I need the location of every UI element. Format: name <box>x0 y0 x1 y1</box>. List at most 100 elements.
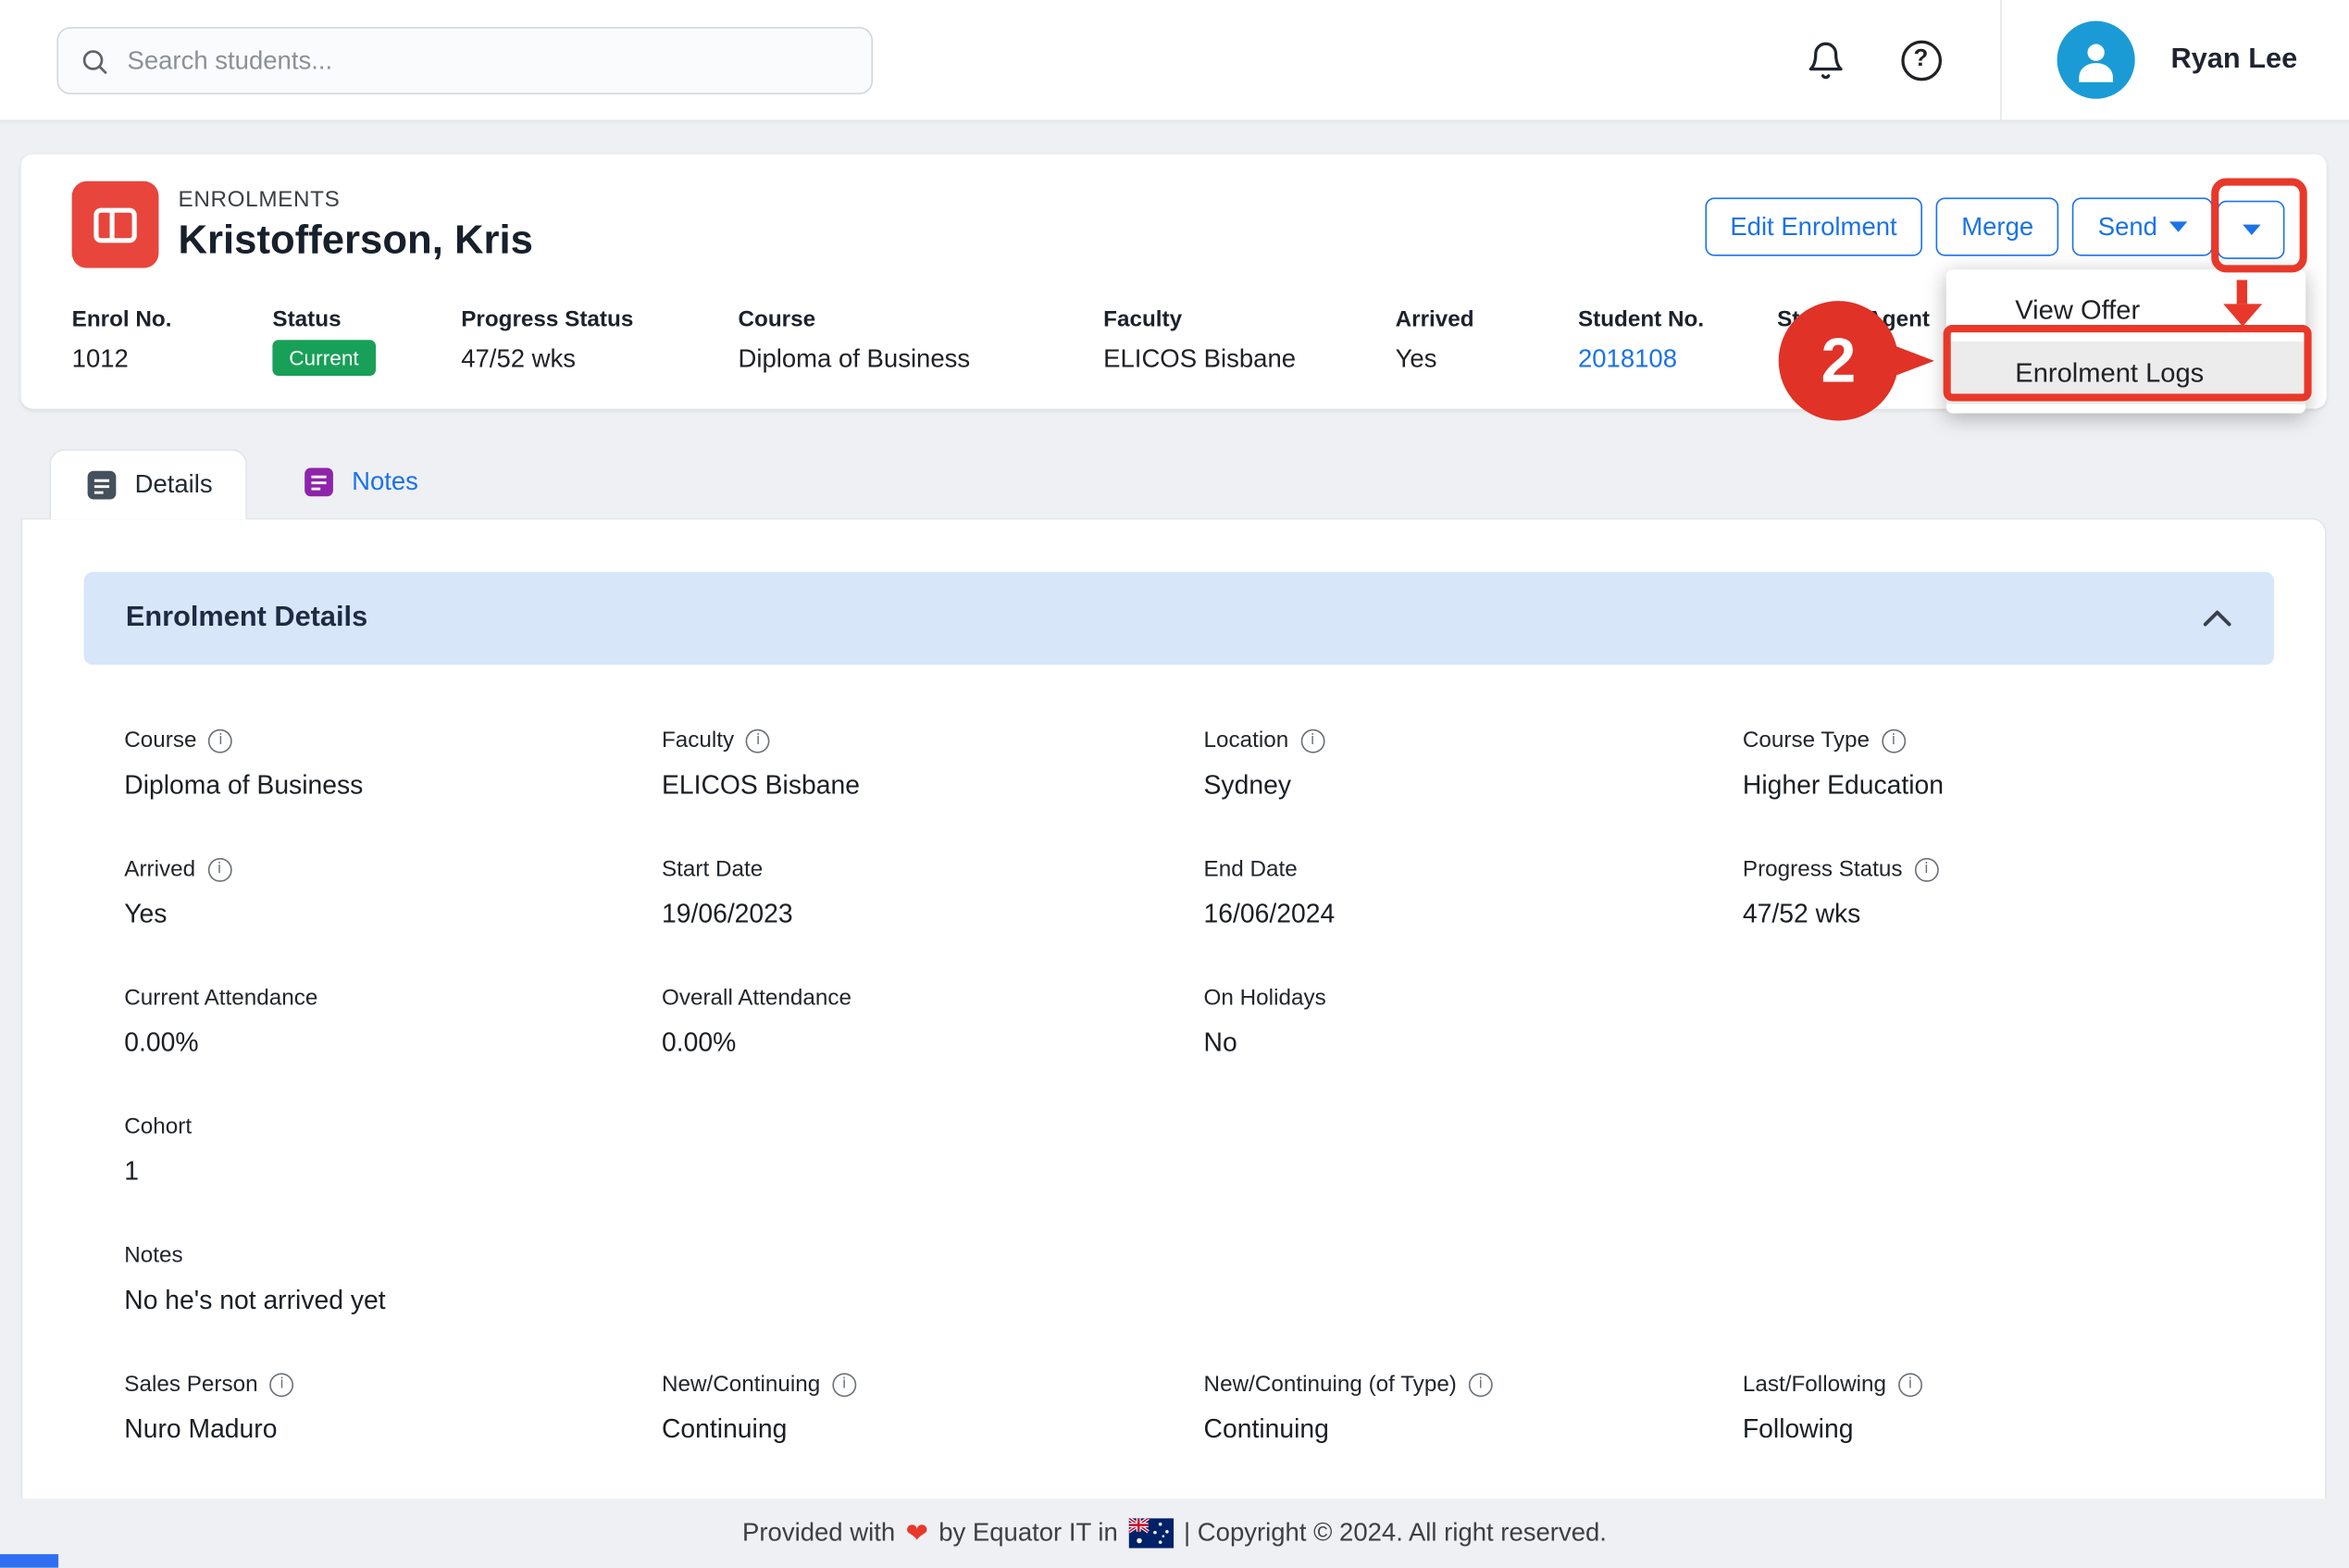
field-value: Continuing <box>662 1413 1204 1445</box>
field-new-continuing: New/Continuing Continuing <box>662 1372 1204 1445</box>
stat-label: Status <box>272 307 461 332</box>
field-value: 19/06/2023 <box>662 899 1204 930</box>
footer-text-2: by Equator IT in <box>938 1518 1118 1548</box>
search-box[interactable] <box>56 27 873 94</box>
field-value: ELICOS Bisbane <box>662 769 1204 801</box>
student-number-link[interactable]: 2018108 <box>1578 344 1777 374</box>
field-last-following: Last/Following Following <box>1743 1372 2274 1445</box>
info-icon[interactable] <box>1469 1373 1493 1397</box>
tab-details[interactable]: Details <box>49 449 246 519</box>
field-sales-person: Sales Person Nuro Maduro <box>124 1372 662 1445</box>
help-button[interactable] <box>1896 36 1945 84</box>
stat-value: 47/52 wks <box>461 344 738 374</box>
info-icon[interactable] <box>832 1373 856 1397</box>
tabs-bar: Details Notes <box>49 448 2349 518</box>
stat-label: Enrol No. <box>72 307 273 332</box>
search-icon <box>80 45 109 75</box>
enrolments-app-icon <box>72 181 159 268</box>
field-course: Course Diploma of Business <box>124 728 662 801</box>
info-icon[interactable] <box>1300 728 1324 753</box>
info-icon[interactable] <box>208 728 232 753</box>
field-value: Yes <box>124 899 662 930</box>
field-value: 16/06/2024 <box>1204 899 1743 930</box>
info-icon[interactable] <box>207 857 231 881</box>
field-notes: Notes No he's not arrived yet <box>124 1243 662 1316</box>
field-value: Continuing <box>1204 1413 1743 1445</box>
stat-value: Yes <box>1396 344 1578 374</box>
module-eyebrow: ENROLMENTS <box>178 186 532 211</box>
page: Ryan Lee ENROLMENTS Kristofferson, Kris … <box>0 0 2349 1568</box>
edit-enrolment-button[interactable]: Edit Enrolment <box>1705 198 1922 256</box>
stat-value: ELICOS Bisbane <box>1103 344 1395 374</box>
search-input[interactable] <box>124 44 851 78</box>
stat-label: Course <box>738 307 1103 332</box>
footer-text-3: | Copyright © 2024. All right reserved. <box>1184 1518 1607 1548</box>
stat-label: Arrived <box>1396 307 1578 332</box>
bottom-left-blue-strip <box>0 1554 58 1568</box>
footer-text-1: Provided with <box>742 1518 895 1548</box>
page-title: Kristofferson, Kris <box>178 217 532 263</box>
user-name[interactable]: Ryan Lee <box>2171 44 2298 77</box>
footer: Provided with ❤ by Equator IT in | <box>0 1499 2349 1567</box>
notes-tab-icon <box>301 464 337 500</box>
header-actions: Edit Enrolment Merge Send <box>1705 198 2213 256</box>
field-value: 1 <box>124 1156 662 1188</box>
topbar-divider <box>2000 0 2002 121</box>
field-overall-attendance: Overall Attendance 0.00% <box>662 985 1204 1058</box>
field-new-continuing-of-type: New/Continuing (of Type) Continuing <box>1204 1372 1743 1445</box>
stat-value: 1012 <box>72 344 273 374</box>
field-value: Sydney <box>1204 769 1743 801</box>
tab-details-label: Details <box>135 470 213 500</box>
info-icon[interactable] <box>1914 857 1938 881</box>
stat-label: Faculty <box>1103 307 1395 332</box>
annotation-arrow-stem <box>2237 280 2247 304</box>
info-icon[interactable] <box>1898 1373 1922 1397</box>
stat-value: Diploma of Business <box>738 344 1103 374</box>
field-value: No he's not arrived yet <box>124 1285 662 1316</box>
chevron-down-icon <box>2169 221 2187 231</box>
enrolment-header-card: ENROLMENTS Kristofferson, Kris Edit Enro… <box>21 155 2327 409</box>
field-value: 0.00% <box>662 1027 1204 1059</box>
collapse-button[interactable] <box>2202 609 2231 627</box>
field-value: Higher Education <box>1743 769 2274 801</box>
topbar: Ryan Lee <box>0 0 2349 121</box>
tab-notes-label: Notes <box>352 467 418 497</box>
notifications-button[interactable] <box>1801 36 1849 84</box>
merge-button[interactable]: Merge <box>1936 198 2059 256</box>
field-end-date: End Date 16/06/2024 <box>1204 856 1743 929</box>
field-current-attendance: Current Attendance 0.00% <box>124 985 662 1058</box>
enrolment-details-title: Enrolment Details <box>126 602 367 635</box>
field-start-date: Start Date 19/06/2023 <box>662 856 1204 929</box>
info-icon[interactable] <box>270 1373 294 1397</box>
user-avatar[interactable] <box>2057 21 2135 99</box>
info-icon[interactable] <box>1882 728 1906 753</box>
bell-icon <box>1805 40 1846 81</box>
info-icon[interactable] <box>746 728 770 753</box>
person-icon <box>2070 34 2121 85</box>
annotation-step-number: 2 <box>1821 325 1857 397</box>
field-value: 47/52 wks <box>1743 899 2274 930</box>
field-cohort: Cohort 1 <box>124 1114 662 1187</box>
australia-flag-icon <box>1128 1518 1174 1548</box>
field-location: Location Sydney <box>1204 728 1743 801</box>
field-arrived: Arrived Yes <box>124 856 662 929</box>
field-value: Diploma of Business <box>124 769 662 801</box>
annotation-arrow-head <box>2223 304 2262 326</box>
heart-icon: ❤ <box>905 1517 927 1549</box>
details-panel: Enrolment Details Course Diploma of Busi… <box>21 518 2327 1558</box>
field-value: 0.00% <box>124 1027 662 1059</box>
annotation-ring-dropdown-button <box>2211 178 2307 272</box>
stat-label: Progress Status <box>461 307 738 332</box>
annotation-marker-pointer <box>1871 337 1934 385</box>
enrolment-details-header[interactable]: Enrolment Details <box>84 572 2275 665</box>
enrolment-fields: Course Diploma of Business Faculty ELICO… <box>124 728 2274 1445</box>
send-button[interactable]: Send <box>2072 198 2213 256</box>
tab-notes[interactable]: Notes <box>277 448 442 518</box>
field-course-type: Course Type Higher Education <box>1743 728 2274 801</box>
help-icon <box>1901 40 1942 81</box>
field-value: No <box>1204 1027 1743 1059</box>
field-faculty: Faculty ELICOS Bisbane <box>662 728 1204 801</box>
annotation-box-enrolment-logs <box>1944 325 2312 401</box>
status-badge: Current <box>272 340 375 376</box>
details-tab-icon <box>84 467 120 504</box>
